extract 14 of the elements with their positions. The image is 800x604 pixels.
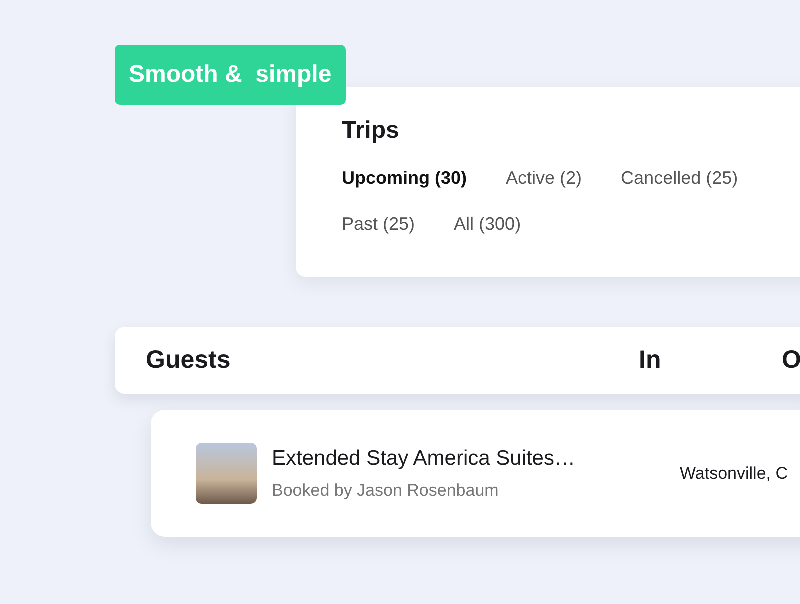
location-text: Watsonville, C	[680, 464, 788, 484]
booked-by-text: Booked by Jason Rosenbaum	[272, 480, 500, 500]
tagline-badge: Smooth & simple	[115, 45, 346, 105]
filter-tab[interactable]: All (300)	[454, 213, 522, 235]
filter-tab[interactable]: Past (25)	[342, 213, 416, 235]
trips-title: Trips	[342, 117, 400, 145]
column-header: In	[639, 346, 662, 375]
filter-tab[interactable]: Active (2)	[506, 167, 582, 189]
photo-placeholder	[196, 443, 257, 504]
filter-tab[interactable]: Cancelled (25)	[621, 167, 738, 189]
hotel-name: Extended Stay America Suites…	[272, 446, 576, 470]
filter-tab[interactable]: Upcoming (30)	[342, 167, 468, 189]
column-header: Guests	[146, 346, 232, 375]
booking-row[interactable]: Extended Stay America Suites… Booked by Jason Rosenbaum Watsonville, C	[151, 410, 800, 537]
